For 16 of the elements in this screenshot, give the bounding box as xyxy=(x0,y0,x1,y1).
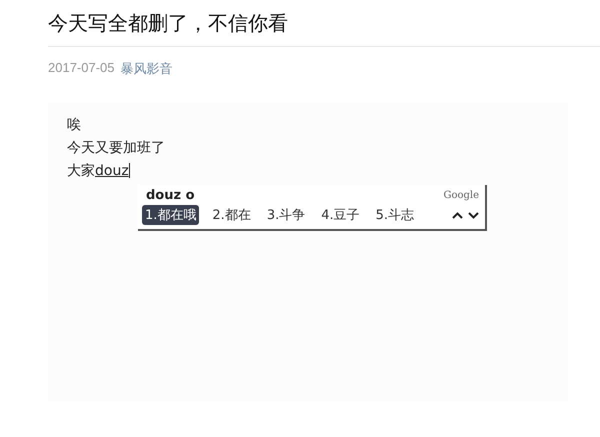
candidate-item[interactable]: 4.豆子 xyxy=(318,205,363,225)
editor-line: 今天又要加班了 xyxy=(67,139,166,158)
publish-date: 2017-07-05 xyxy=(48,60,114,77)
article-title: 今天写全都删了，不信你看 xyxy=(48,10,289,37)
page-up-icon[interactable] xyxy=(452,212,463,218)
editor-line: 大家douz xyxy=(67,162,131,181)
source-link[interactable]: 暴风影音 xyxy=(120,60,172,78)
text-cursor xyxy=(128,163,130,178)
candidate-item[interactable]: 5.斗志 xyxy=(372,205,418,225)
page-down-icon[interactable] xyxy=(468,212,479,218)
pinyin-text: douz o xyxy=(146,188,195,203)
ime-brand: Google xyxy=(443,190,479,201)
candidate-item[interactable]: 1.都在哦 xyxy=(142,205,200,225)
candidate-item[interactable]: 2.都在 xyxy=(209,205,254,225)
editor-line: 唉 xyxy=(67,116,82,135)
candidate-item[interactable]: 3.斗争 xyxy=(264,205,308,225)
